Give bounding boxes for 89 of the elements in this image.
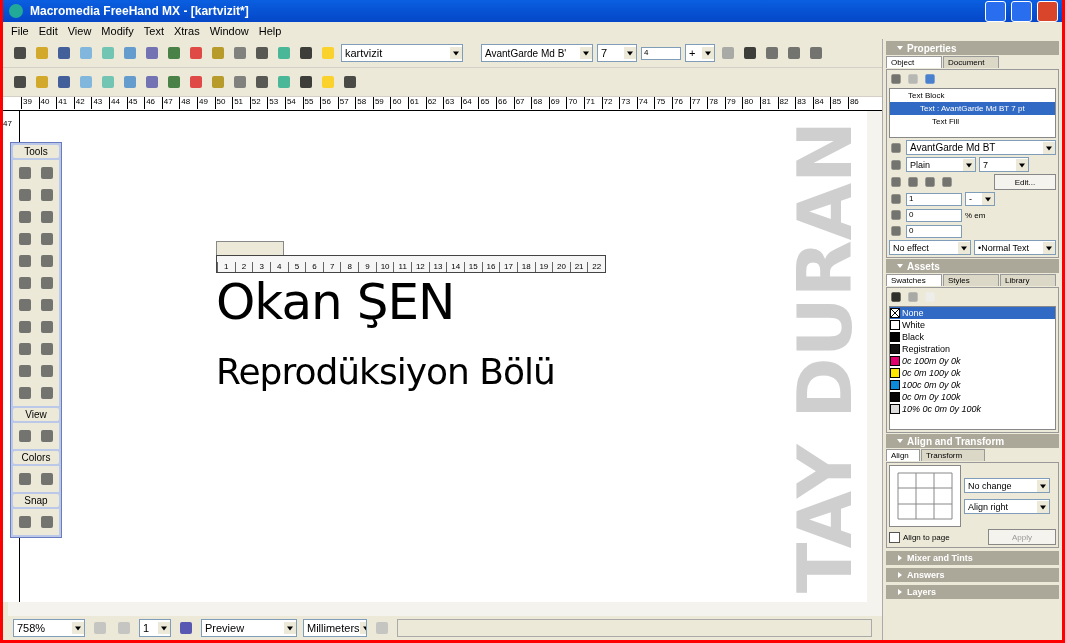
menu-item[interactable]: Help [254, 24, 286, 37]
kerning-unit: % em [965, 210, 986, 220]
text-style-dropdown[interactable]: •Normal Text [974, 240, 1056, 255]
vertical-scrollbar[interactable] [867, 111, 882, 602]
caret-icon [72, 622, 84, 634]
checkbox-label: Align to page [903, 532, 950, 542]
swatch-item[interactable]: Registration [890, 343, 1055, 355]
text-ruler: 1 2 3 4 5 6 7 8 9 10 11 12 13 14 15 16 17 18 19 20 21 22 [216, 255, 606, 273]
size-dropdown[interactable]: 7 [597, 44, 637, 62]
panel-tab[interactable]: Swatches [886, 274, 942, 286]
collapse-arrow-icon [896, 437, 904, 445]
font-dropdown[interactable]: AvantGarde Md BT [906, 140, 1056, 155]
caret-icon [158, 622, 170, 634]
page-dropdown[interactable]: 1 [139, 619, 171, 637]
caret-icon [450, 47, 462, 59]
menu-item[interactable]: Edit [34, 24, 62, 37]
edit-button[interactable]: Edit... [994, 174, 1056, 190]
leading-mode-dropdown[interactable]: - [965, 192, 995, 206]
panel-tab[interactable]: Library [1000, 274, 1056, 286]
baseline-field[interactable]: 0 [906, 224, 962, 238]
horizontal-align-dropdown[interactable]: No change [964, 478, 1050, 493]
leading-mode-dropdown[interactable]: + [685, 44, 715, 62]
window-title: Macromedia FreeHand MX - [kartvizit*] [30, 4, 250, 18]
menu-item[interactable]: Text [139, 24, 168, 37]
tab-stops[interactable] [216, 241, 284, 255]
caret-icon [1043, 241, 1055, 254]
minimize-button[interactable] [985, 0, 1006, 22]
view-dropdown[interactable]: Preview [201, 619, 297, 637]
expand-arrow-icon [896, 588, 904, 596]
palette-section: View [13, 408, 59, 421]
vertical-align-dropdown[interactable]: Align right [964, 499, 1050, 514]
name-text: Okan ŞEN [216, 273, 455, 331]
collapse-arrow-icon [896, 262, 904, 270]
font-dropdown[interactable]: AvantGarde Md B' [481, 44, 593, 62]
caret-icon [284, 622, 296, 634]
style-dropdown[interactable]: Plain [906, 157, 976, 172]
caret-icon [982, 193, 994, 205]
leading-field[interactable]: 4 [641, 46, 681, 60]
caret-icon [1016, 158, 1028, 171]
palette-title: Tools [13, 145, 59, 158]
horizontal-scrollbar[interactable] [8, 602, 882, 616]
expand-arrow-icon [896, 571, 904, 579]
palette-section: Colors [13, 451, 59, 464]
panel-tab[interactable]: Transform [921, 449, 985, 461]
horizontal-ruler: 39 40 41 42 43 44 45 46 47 48 49 50 51 52 53 54 55 56 57 58 59 60 61 62 63 64 65 66 67 68 69 70 71 72 73 74 75 76 77 78 79 80 81 82 83 84 85 86 [3, 97, 882, 111]
swatch-item[interactable]: 0c 0m 100y 0k [890, 367, 1055, 379]
swatch-item[interactable]: 0c 0m 0y 100k [890, 391, 1055, 403]
tree-item[interactable]: Text Block [890, 89, 1055, 102]
swatch-item[interactable]: 0c 100m 0y 0k [890, 355, 1055, 367]
kerning-field[interactable]: 0 [906, 208, 962, 222]
collapse-arrow-icon [896, 44, 904, 52]
caret-icon [1043, 141, 1055, 154]
menu-item[interactable]: Xtras [169, 24, 204, 37]
align-grid[interactable] [889, 465, 961, 527]
caret-icon [963, 158, 975, 171]
swatch-item[interactable]: 100c 0m 0y 0k [890, 379, 1055, 391]
panel-tab[interactable]: Document [943, 56, 999, 68]
menu-item[interactable]: Window [205, 24, 253, 37]
close-button[interactable] [1037, 0, 1058, 22]
document-dropdown[interactable]: kartvizit [341, 44, 463, 62]
panel-tab[interactable]: Styles [943, 274, 999, 286]
menu-item[interactable]: Modify [97, 24, 138, 37]
tree-item[interactable]: Text : AvantGarde Md BT 7 pt [890, 102, 1055, 115]
caret-icon [1037, 500, 1049, 513]
units-dropdown[interactable]: Millimeters [303, 619, 367, 637]
caret-icon [580, 47, 592, 59]
size-dropdown[interactable]: 7 [979, 157, 1029, 172]
swatch-item[interactable]: None [890, 307, 1055, 319]
app-logo-icon [7, 2, 25, 20]
effect-dropdown[interactable]: No effect [889, 240, 971, 255]
caret-icon [624, 47, 636, 59]
maximize-button[interactable] [1011, 0, 1032, 22]
caret-icon [958, 241, 970, 254]
palette-section: Snap [13, 494, 59, 507]
zoom-dropdown[interactable]: 758% [13, 619, 85, 637]
caret-icon [1037, 479, 1049, 492]
leading-field[interactable]: 1 [906, 192, 962, 206]
expand-arrow-icon [896, 554, 904, 562]
swatch-item[interactable]: Black [890, 331, 1055, 343]
panel-tab[interactable]: Object [886, 56, 942, 68]
checkbox[interactable] [889, 531, 900, 543]
department-text: Reprodüksiyon Bölü [216, 351, 555, 392]
swatch-item[interactable]: White [890, 319, 1055, 331]
swatch-item[interactable]: 10% 0c 0m 0y 100k [890, 403, 1055, 415]
caret-icon [702, 47, 714, 59]
menu-item[interactable]: View [63, 24, 96, 37]
menu-item[interactable]: File [7, 24, 33, 37]
tree-item[interactable]: Text Fill [890, 115, 1055, 128]
panel-tab[interactable]: Align [886, 449, 920, 461]
